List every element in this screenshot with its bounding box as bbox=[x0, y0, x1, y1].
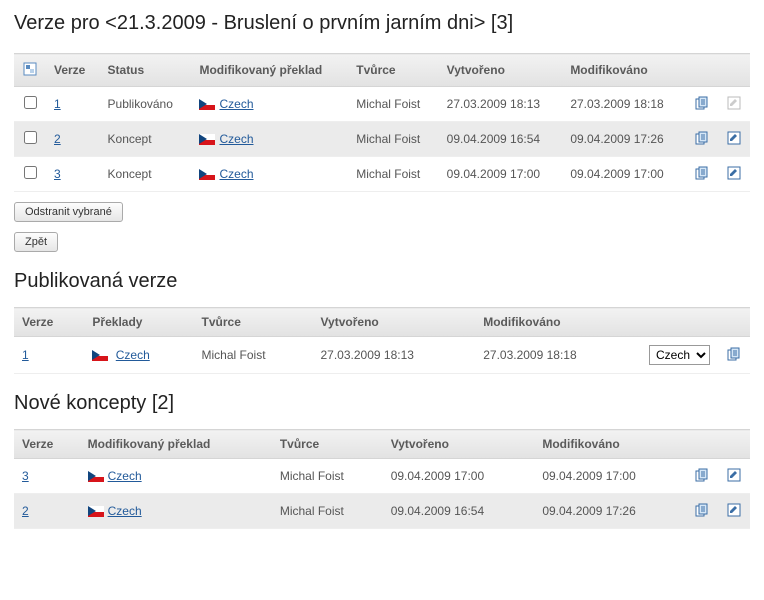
col-vytvoreno: Vytvořeno bbox=[383, 430, 535, 459]
cell-modifikovano: 09.04.2009 17:00 bbox=[534, 459, 686, 494]
copy-icon[interactable] bbox=[694, 502, 710, 518]
version-link[interactable]: 1 bbox=[54, 97, 61, 111]
language-select[interactable]: Czech bbox=[649, 345, 710, 365]
version-link[interactable]: 1 bbox=[22, 348, 29, 362]
col-preklady: Překlady bbox=[84, 308, 193, 337]
col-mod-preklad: Modifikovaný překlad bbox=[80, 430, 272, 459]
col-action-copy bbox=[686, 54, 718, 87]
cell-modifikovano: 27.03.2009 18:18 bbox=[475, 337, 638, 374]
cell-modifikovano: 09.04.2009 17:26 bbox=[562, 122, 686, 157]
flag-icon bbox=[92, 350, 108, 361]
copy-icon[interactable] bbox=[726, 346, 742, 362]
cell-modifikovano: 09.04.2009 17:00 bbox=[562, 157, 686, 192]
col-tvurce: Tvůrce bbox=[272, 430, 383, 459]
cell-vytvoreno: 09.04.2009 17:00 bbox=[439, 157, 563, 192]
edit-icon[interactable] bbox=[726, 130, 742, 146]
col-action-edit bbox=[718, 430, 750, 459]
cell-status: Koncept bbox=[100, 122, 192, 157]
col-modifikovano: Modifikováno bbox=[562, 54, 686, 87]
edit-icon[interactable] bbox=[726, 467, 742, 483]
version-link[interactable]: 3 bbox=[54, 167, 61, 181]
published-table: Verze Překlady Tvůrce Vytvořeno Modifiko… bbox=[14, 307, 750, 374]
col-select bbox=[638, 308, 718, 337]
edit-icon[interactable] bbox=[726, 165, 742, 181]
language-link[interactable]: Czech bbox=[219, 97, 253, 111]
copy-icon[interactable] bbox=[694, 467, 710, 483]
drafts-title: Nové koncepty [2] bbox=[14, 392, 750, 415]
table-row: 1 Czech Michal Foist 27.03.2009 18:13 27… bbox=[14, 337, 750, 374]
version-link[interactable]: 2 bbox=[22, 504, 29, 518]
cell-vytvoreno: 09.04.2009 16:54 bbox=[383, 494, 535, 529]
remove-selected-button[interactable]: Odstranit vybrané bbox=[14, 202, 123, 222]
versions-table: Verze Status Modifikovaný překlad Tvůrce… bbox=[14, 53, 750, 192]
language-link[interactable]: Czech bbox=[219, 132, 253, 146]
col-verze: Verze bbox=[46, 54, 100, 87]
language-link[interactable]: Czech bbox=[108, 504, 142, 518]
col-status: Status bbox=[100, 54, 192, 87]
back-button[interactable]: Zpět bbox=[14, 232, 58, 252]
cell-tvurce: Michal Foist bbox=[348, 87, 438, 122]
copy-icon[interactable] bbox=[694, 95, 710, 111]
flag-icon bbox=[88, 506, 104, 517]
copy-icon[interactable] bbox=[694, 165, 710, 181]
cell-vytvoreno: 09.04.2009 16:54 bbox=[439, 122, 563, 157]
drafts-table: Verze Modifikovaný překlad Tvůrce Vytvoř… bbox=[14, 429, 750, 529]
language-link[interactable]: Czech bbox=[116, 348, 150, 362]
col-vytvoreno: Vytvořeno bbox=[313, 308, 476, 337]
toggle-all-header[interactable] bbox=[14, 54, 46, 87]
edit-icon bbox=[726, 95, 742, 111]
cell-status: Publikováno bbox=[100, 87, 192, 122]
row-checkbox[interactable] bbox=[24, 131, 37, 144]
col-action-edit bbox=[718, 54, 750, 87]
toggle-icon bbox=[22, 61, 38, 77]
table-row: 2 Koncept Czech Michal Foist09.04.2009 16:5… bbox=[14, 122, 750, 157]
cell-status: Koncept bbox=[100, 157, 192, 192]
col-tvurce: Tvůrce bbox=[194, 308, 313, 337]
language-link[interactable]: Czech bbox=[108, 469, 142, 483]
cell-tvurce: Michal Foist bbox=[194, 337, 313, 374]
flag-icon bbox=[199, 169, 215, 180]
col-vytvoreno: Vytvořeno bbox=[439, 54, 563, 87]
cell-vytvoreno: 09.04.2009 17:00 bbox=[383, 459, 535, 494]
flag-icon bbox=[199, 99, 215, 110]
row-checkbox[interactable] bbox=[24, 166, 37, 179]
col-mod-preklad: Modifikovaný překlad bbox=[191, 54, 348, 87]
cell-tvurce: Michal Foist bbox=[272, 494, 383, 529]
col-action-copy bbox=[686, 430, 718, 459]
table-row: 2 Czech Michal Foist09.04.2009 16:5409.04.… bbox=[14, 494, 750, 529]
cell-modifikovano: 09.04.2009 17:26 bbox=[534, 494, 686, 529]
version-link[interactable]: 2 bbox=[54, 132, 61, 146]
row-checkbox[interactable] bbox=[24, 96, 37, 109]
page-title: Verze pro <21.3.2009 - Bruslení o prvním… bbox=[14, 12, 750, 35]
cell-tvurce: Michal Foist bbox=[348, 122, 438, 157]
table-row: 1PublikovánoCzechMichal Foist27.03.2009 … bbox=[14, 87, 750, 122]
col-action-copy bbox=[718, 308, 750, 337]
col-verze: Verze bbox=[14, 430, 80, 459]
col-tvurce: Tvůrce bbox=[348, 54, 438, 87]
table-row: 3KonceptCzechMichal Foist09.04.2009 17:0… bbox=[14, 157, 750, 192]
published-title: Publikovaná verze bbox=[14, 270, 750, 293]
cell-vytvoreno: 27.03.2009 18:13 bbox=[439, 87, 563, 122]
cell-tvurce: Michal Foist bbox=[348, 157, 438, 192]
cell-modifikovano: 27.03.2009 18:18 bbox=[562, 87, 686, 122]
copy-icon[interactable] bbox=[694, 130, 710, 146]
edit-icon[interactable] bbox=[726, 502, 742, 518]
col-verze: Verze bbox=[14, 308, 84, 337]
flag-icon bbox=[199, 134, 215, 145]
flag-icon bbox=[88, 471, 104, 482]
col-modifikovano: Modifikováno bbox=[475, 308, 638, 337]
table-row: 3CzechMichal Foist09.04.2009 17:0009.04.… bbox=[14, 459, 750, 494]
version-link[interactable]: 3 bbox=[22, 469, 29, 483]
cell-vytvoreno: 27.03.2009 18:13 bbox=[313, 337, 476, 374]
language-link[interactable]: Czech bbox=[219, 167, 253, 181]
cell-tvurce: Michal Foist bbox=[272, 459, 383, 494]
col-modifikovano: Modifikováno bbox=[534, 430, 686, 459]
